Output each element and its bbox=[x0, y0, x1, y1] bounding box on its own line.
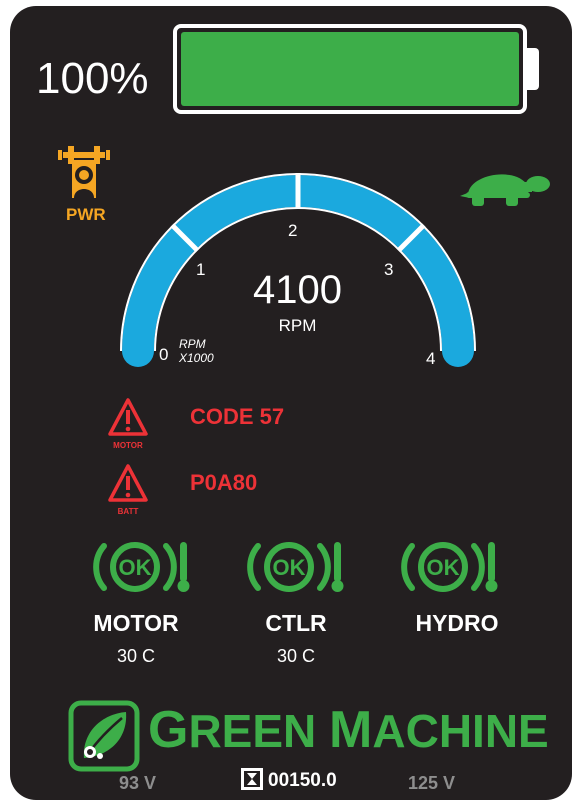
battery-percent: 100% bbox=[36, 54, 149, 103]
motor-warning-caption: MOTOR bbox=[113, 441, 143, 450]
hourglass-icon bbox=[241, 768, 263, 790]
leaf-logo-icon bbox=[68, 700, 140, 772]
ok-status-text: OK bbox=[273, 555, 306, 580]
brand-rest-achine: ACHINE bbox=[372, 705, 549, 757]
motor-warning-icon: MOTOR bbox=[108, 398, 148, 450]
brand-wordmark: GREEN MACHINE bbox=[148, 700, 549, 760]
battery-terminal bbox=[527, 48, 539, 90]
thermometer-stem bbox=[334, 542, 341, 582]
rpm-unit: RPM bbox=[278, 316, 317, 335]
tick-label-0: 0 bbox=[159, 345, 169, 364]
ok-status-text: OK bbox=[119, 555, 152, 580]
voltage-right: 125 V bbox=[408, 773, 456, 793]
ok-right-bracket bbox=[163, 543, 177, 591]
thermometer-bulb bbox=[331, 580, 344, 592]
battery-gauge bbox=[173, 24, 527, 114]
brand-initial-m: M bbox=[329, 701, 373, 759]
rpm-scale-unit: RPM X1000 bbox=[179, 337, 214, 365]
temp-name-motor: MOTOR bbox=[93, 610, 179, 636]
brand-initial-g: G bbox=[148, 701, 189, 759]
thermometer-stem bbox=[488, 542, 495, 582]
tick-label-4: 4 bbox=[426, 349, 436, 368]
temp-name-ctlr: CTLR bbox=[265, 610, 327, 636]
ctlr-temp-ok-icon: OK bbox=[247, 542, 344, 592]
fault-code-battery: P0A80 bbox=[190, 470, 258, 495]
thermometer-bulb bbox=[177, 580, 190, 592]
voltage-left: 93 V bbox=[119, 773, 157, 793]
hydro-temp-ok-icon: OK bbox=[401, 542, 498, 592]
tick-label-1: 1 bbox=[196, 260, 206, 279]
temp-name-hydro: HYDRO bbox=[415, 610, 499, 636]
hour-meter: 00150.0 bbox=[268, 770, 337, 791]
tick-label-2: 2 bbox=[288, 221, 298, 240]
brand-rest-reen: REEN bbox=[188, 705, 317, 757]
dashboard-display: 100% PWR 0 1 2 3 4 4100 RPM RPM X1000 MO… bbox=[10, 6, 572, 800]
battery-warning-icon: BATT bbox=[108, 464, 148, 516]
battery-fill bbox=[181, 32, 519, 106]
temp-value-motor: 30 C bbox=[116, 646, 156, 666]
rpm-value: 4100 bbox=[253, 268, 342, 312]
ok-left-bracket bbox=[93, 543, 107, 591]
ok-left-bracket bbox=[401, 543, 415, 591]
ok-status-text: OK bbox=[427, 555, 460, 580]
temp-value-ctlr: 30 C bbox=[276, 646, 316, 666]
rpm-scale-unit-line2: X1000 bbox=[179, 351, 214, 365]
tick-label-3: 3 bbox=[384, 260, 394, 279]
rpm-scale-unit-line1: RPM bbox=[179, 337, 206, 351]
ok-right-bracket bbox=[471, 543, 485, 591]
fault-code-motor: CODE 57 bbox=[190, 404, 285, 429]
thermometer-bulb bbox=[485, 580, 498, 592]
ok-right-bracket bbox=[317, 543, 331, 591]
thermometer-stem bbox=[180, 542, 187, 582]
motor-temp-ok-icon: OK bbox=[93, 542, 190, 592]
battery-warning-caption: BATT bbox=[118, 507, 139, 516]
ok-left-bracket bbox=[247, 543, 261, 591]
